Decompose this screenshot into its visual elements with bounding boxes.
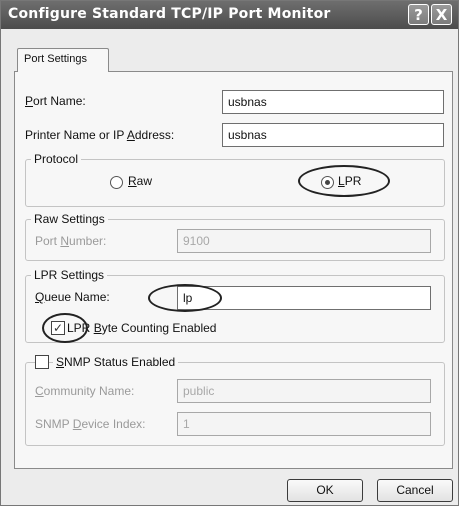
- port-settings-panel: Port Name: usbnas Printer Name or IP Add…: [14, 71, 453, 469]
- cancel-button[interactable]: Cancel: [377, 479, 453, 502]
- tab-port-settings[interactable]: Port Settings: [17, 48, 109, 72]
- raw-radio[interactable]: [110, 176, 123, 189]
- queue-name-label: Queue Name:: [35, 290, 110, 304]
- lpr-radio-label: LPR: [338, 174, 362, 188]
- lpr-radio[interactable]: [321, 176, 334, 189]
- port-number-label: Port Number:: [35, 234, 107, 248]
- queue-name-input[interactable]: lp: [177, 286, 431, 310]
- snmp-label: SNMP Status Enabled: [53, 355, 179, 369]
- printer-address-input[interactable]: usbnas: [222, 123, 444, 147]
- byte-counting-label: LPR Byte Counting Enabled: [67, 321, 217, 335]
- device-index-input[interactable]: 1: [177, 412, 431, 436]
- community-name-label: Community Name:: [35, 384, 135, 398]
- tab-label: Port Settings: [24, 53, 87, 65]
- ok-button[interactable]: OK: [287, 479, 363, 502]
- port-number-input[interactable]: 9100: [177, 229, 431, 253]
- close-button[interactable]: X: [431, 4, 452, 25]
- title-bar[interactable]: Configure Standard TCP/IP Port Monitor ?…: [1, 1, 458, 29]
- protocol-group: [25, 159, 445, 207]
- raw-radio-label: Raw: [128, 174, 153, 188]
- port-name-input[interactable]: usbnas: [222, 90, 444, 114]
- lpr-settings-title: LPR Settings: [31, 268, 108, 282]
- help-icon: ?: [414, 5, 423, 24]
- byte-counting-checkbox[interactable]: ✓: [51, 321, 65, 335]
- port-name-label: Port Name:: [25, 94, 86, 108]
- protocol-group-title: Protocol: [31, 152, 82, 166]
- snmp-checkbox[interactable]: [35, 355, 49, 369]
- close-icon: X: [435, 5, 448, 24]
- raw-settings-title: Raw Settings: [31, 212, 108, 226]
- device-index-label: SNMP Device Index:: [35, 417, 146, 431]
- printer-address-label: Printer Name or IP Address:: [25, 128, 175, 142]
- dialog-window: Configure Standard TCP/IP Port Monitor ?…: [0, 0, 459, 506]
- window-title: Configure Standard TCP/IP Port Monitor: [8, 6, 331, 22]
- community-name-input[interactable]: public: [177, 379, 431, 403]
- help-button[interactable]: ?: [408, 4, 429, 25]
